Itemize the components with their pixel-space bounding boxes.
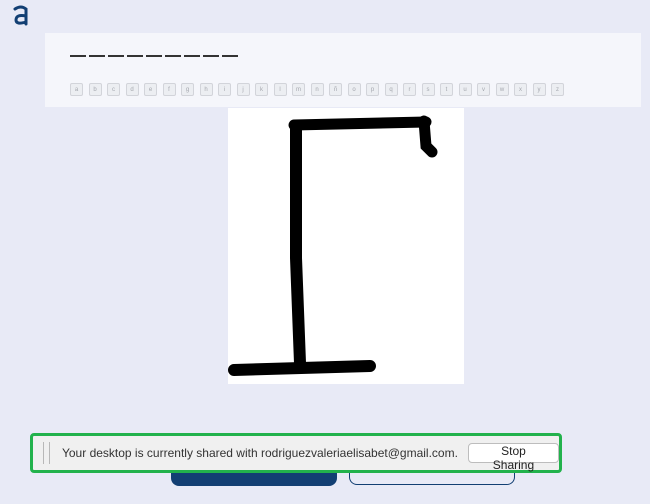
hangman-drawing [228,108,464,384]
letter-blank [108,55,124,57]
letter-blank [89,55,105,57]
letter-key[interactable]: z [551,83,564,96]
stop-sharing-button[interactable]: Stop Sharing [467,443,559,472]
letter-blank [222,55,238,57]
letter-key[interactable]: b [88,83,102,96]
letter-key[interactable]: v [477,83,490,96]
letter-blank [70,55,86,57]
app-logo-icon [13,5,28,26]
letter-key[interactable]: p [366,83,379,96]
letter-key[interactable]: w [495,83,509,96]
letter-key[interactable]: i [218,83,231,96]
letter-blank [184,55,200,57]
letter-keyboard: abcdefghijklmnñopqrstuvwxyz [70,83,570,96]
letter-blank [146,55,162,57]
letter-key[interactable]: k [255,83,268,96]
letter-key[interactable]: g [181,83,194,96]
drag-handle[interactable] [43,442,50,464]
letter-key[interactable]: q [384,83,398,96]
letter-key[interactable]: u [458,83,472,96]
letter-key[interactable]: r [403,83,416,96]
letter-key[interactable]: s [421,83,435,96]
game-panel: abcdefghijklmnñopqrstuvwxyz [45,33,641,107]
letter-key[interactable]: t [440,83,453,96]
letter-key[interactable]: o [347,83,361,96]
letter-blank [203,55,219,57]
letter-blank [127,55,143,57]
gallows-drawing [228,115,438,376]
letter-key[interactable]: j [236,83,250,96]
letter-key[interactable]: a [70,83,83,96]
letter-key[interactable]: m [292,83,305,96]
word-blanks [70,55,238,57]
share-message: Your desktop is currently shared with ro… [61,446,458,460]
letter-key[interactable]: ñ [329,83,342,96]
letter-key[interactable]: n [310,83,324,96]
letter-blank [165,55,181,57]
letter-key[interactable]: x [514,83,527,96]
letter-key[interactable]: c [107,83,120,96]
letter-key[interactable]: y [532,83,546,96]
letter-key[interactable]: e [144,83,157,96]
letter-key[interactable]: f [162,83,176,96]
letter-key[interactable]: h [199,83,213,96]
screen-share-bar: Your desktop is currently shared with ro… [30,433,562,473]
letter-key[interactable]: l [273,83,287,96]
letter-key[interactable]: d [125,83,139,96]
